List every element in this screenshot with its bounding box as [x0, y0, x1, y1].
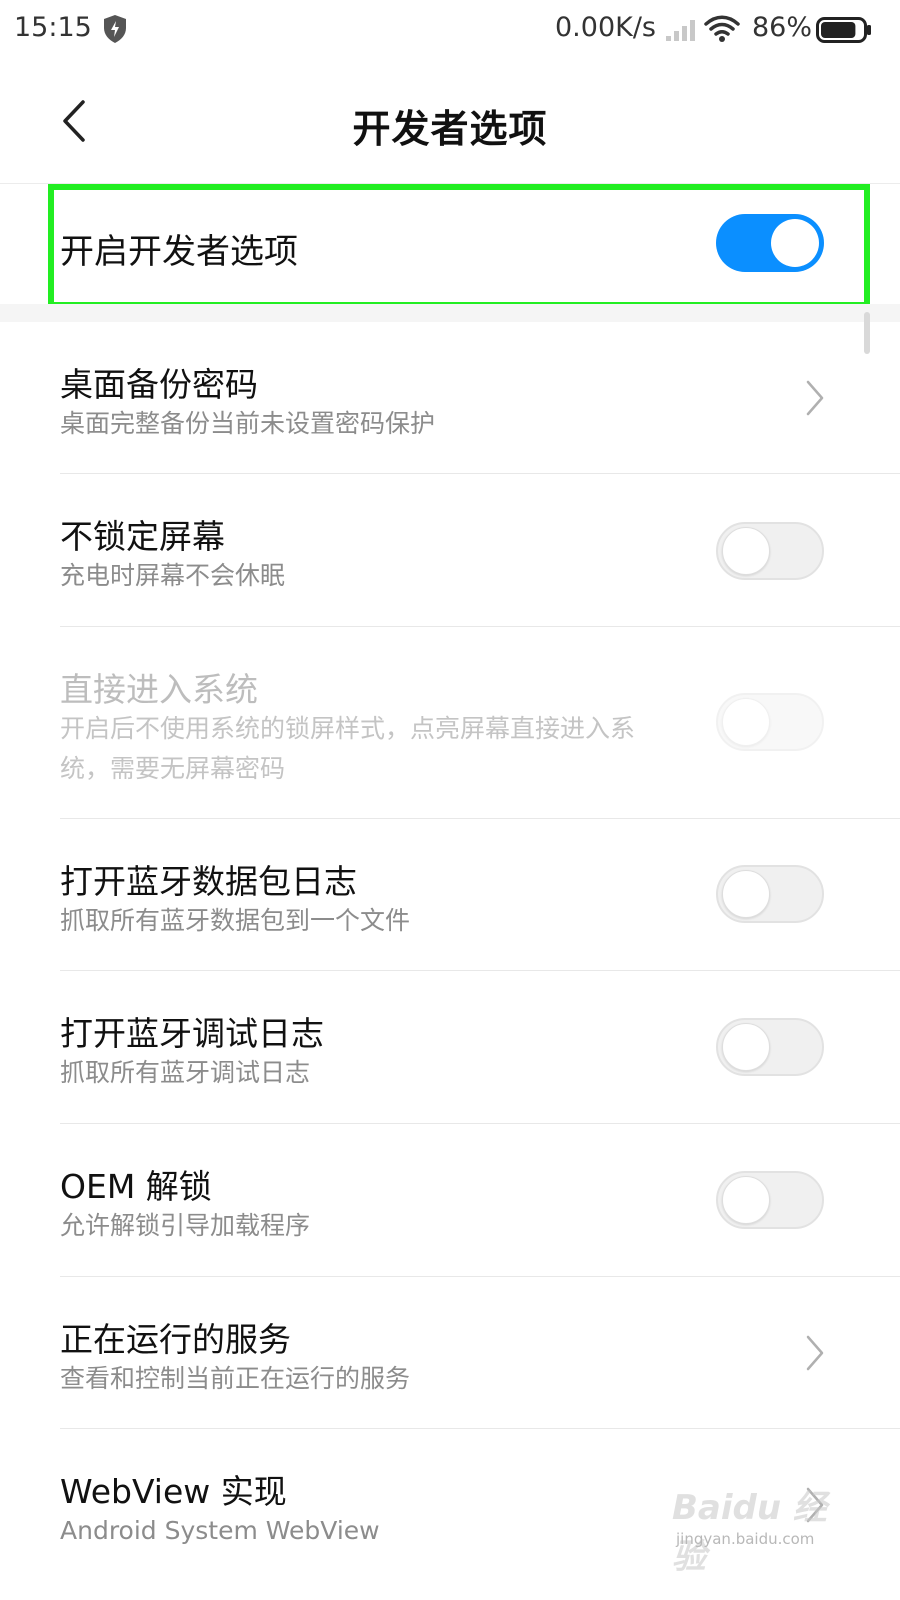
bluetooth-debug-log-toggle[interactable]: [716, 1018, 824, 1076]
setting-title: 不锁定屏幕: [60, 517, 225, 556]
setting-subtitle: Android System WebView: [60, 1516, 380, 1545]
setting-subtitle: 抓取所有蓝牙调试日志: [60, 1058, 311, 1087]
battery-icon: [816, 17, 872, 43]
oem-unlock-toggle[interactable]: [716, 1171, 824, 1229]
developer-options-screen: 15:15 0.00K/s 86% 开发者选项 开启开发者选项 桌面备份密码 桌…: [0, 0, 900, 1600]
setting-running-services[interactable]: 正在运行的服务 查看和控制当前正在运行的服务: [0, 1277, 900, 1429]
enable-developer-options-row[interactable]: 开启开发者选项: [0, 184, 900, 308]
toggle-knob: [722, 698, 770, 746]
chevron-right-icon[interactable]: [800, 1333, 830, 1373]
section-gap: [0, 304, 900, 322]
setting-oem-unlock[interactable]: OEM 解锁 允许解锁引导加载程序: [0, 1124, 900, 1277]
status-bar: 15:15 0.00K/s 86%: [0, 0, 900, 62]
setting-subtitle: 开启后不使用系统的锁屏样式，点亮屏幕直接进入系统，需要无屏幕密码: [60, 714, 636, 783]
page-title: 开发者选项: [352, 107, 548, 151]
battery-percent: 86%: [752, 12, 813, 43]
setting-direct-enter-system: 直接进入系统 开启后不使用系统的锁屏样式，点亮屏幕直接进入系统，需要无屏幕密码: [0, 627, 900, 819]
direct-enter-system-toggle: [716, 693, 824, 751]
setting-title: WebView 实现: [60, 1472, 287, 1511]
title-bar: 开发者选项: [0, 62, 900, 184]
setting-desktop-backup-password[interactable]: 桌面备份密码 桌面完整备份当前未设置密码保护: [0, 322, 900, 474]
setting-title: 打开蓝牙数据包日志: [60, 862, 357, 901]
setting-subtitle: 桌面完整备份当前未设置密码保护: [60, 409, 436, 438]
setting-bluetooth-hci-log[interactable]: 打开蓝牙数据包日志 抓取所有蓝牙数据包到一个文件: [0, 819, 900, 971]
setting-subtitle: 允许解锁引导加载程序: [60, 1211, 311, 1240]
stay-awake-toggle[interactable]: [716, 522, 824, 580]
setting-title: 正在运行的服务: [60, 1320, 291, 1359]
toggle-knob: [722, 1023, 770, 1071]
setting-bluetooth-debug-log[interactable]: 打开蓝牙调试日志 抓取所有蓝牙调试日志: [0, 971, 900, 1124]
status-time: 15:15: [14, 12, 92, 43]
setting-stay-awake[interactable]: 不锁定屏幕 充电时屏幕不会休眠: [0, 474, 900, 627]
highlight-box: [48, 184, 870, 308]
toggle-knob: [722, 1176, 770, 1224]
setting-title: OEM 解锁: [60, 1167, 212, 1206]
signal-icon: [664, 18, 698, 42]
toggle-knob: [722, 527, 770, 575]
setting-title: 直接进入系统: [60, 670, 258, 709]
network-speed: 0.00K/s: [555, 12, 656, 43]
setting-subtitle: 抓取所有蓝牙数据包到一个文件: [60, 906, 411, 935]
wifi-icon: [704, 14, 740, 44]
shield-icon: [102, 14, 128, 44]
bluetooth-hci-log-toggle[interactable]: [716, 865, 824, 923]
toggle-knob: [722, 870, 770, 918]
chevron-right-icon[interactable]: [800, 378, 830, 418]
setting-title: 桌面备份密码: [60, 365, 258, 404]
watermark-url: jingyan.baidu.com: [676, 1530, 815, 1548]
setting-title: 打开蓝牙调试日志: [60, 1014, 324, 1053]
setting-subtitle: 查看和控制当前正在运行的服务: [60, 1364, 411, 1393]
setting-subtitle: 充电时屏幕不会休眠: [60, 561, 286, 590]
